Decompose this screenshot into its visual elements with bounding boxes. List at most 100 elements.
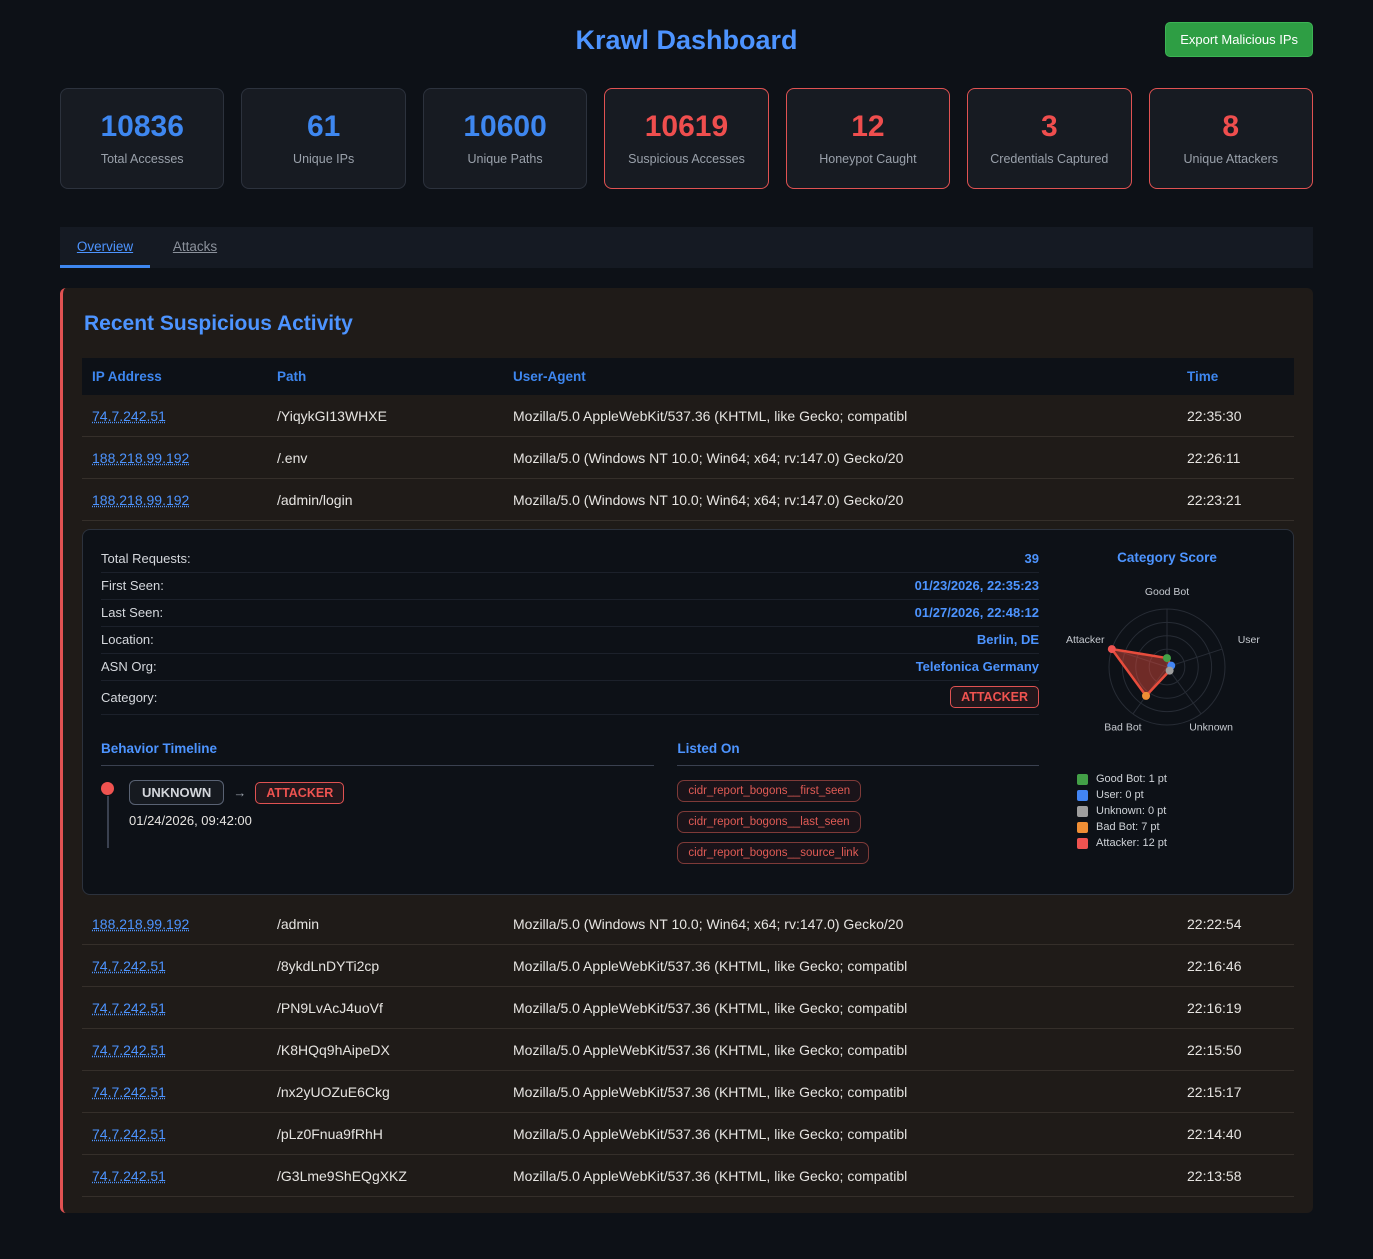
ua-cell: Mozilla/5.0 AppleWebKit/537.36 (KHTML, l… (503, 1000, 1177, 1016)
field-label: ASN Org: (101, 659, 157, 674)
table-row[interactable]: 74.7.242.51 /YiqykGI13WHXE Mozilla/5.0 A… (82, 395, 1294, 437)
tab-attacks[interactable]: Attacks (150, 227, 240, 268)
page-title: Krawl Dashboard (60, 25, 1313, 56)
listed-on-badge[interactable]: cidr_report_bogons__last_seen (677, 811, 860, 833)
listed-on-section: Listed On cidr_report_bogons__first_seen… (677, 741, 1039, 864)
path-cell: /admin (267, 916, 503, 932)
radar-point (1142, 692, 1150, 700)
ua-cell: Mozilla/5.0 AppleWebKit/537.36 (KHTML, l… (503, 408, 1177, 424)
listed-on-badge[interactable]: cidr_report_bogons__source_link (677, 842, 869, 864)
time-cell: 22:26:11 (1177, 450, 1294, 466)
time-cell: 22:22:54 (1177, 916, 1294, 932)
legend-swatch-icon (1077, 774, 1088, 785)
field-value: 01/23/2026, 22:35:23 (915, 578, 1039, 593)
legend-swatch-icon (1077, 822, 1088, 833)
table-row[interactable]: 74.7.242.51 /8ykdLnDYTi2cp Mozilla/5.0 A… (82, 945, 1294, 987)
stat-value: 12 (791, 110, 945, 143)
recent-suspicious-activity-panel: Recent Suspicious Activity IP Address Pa… (60, 288, 1313, 1213)
field-label: Location: (101, 632, 154, 647)
category-score-section: Category Score Good BotUserUnknownBad Bo… (1059, 546, 1275, 878)
stat-label: Honeypot Caught (791, 152, 945, 166)
legend-label: User: 0 pt (1096, 789, 1144, 801)
radar-axis-label: Unknown (1189, 721, 1233, 733)
table-row[interactable]: 74.7.242.51 /pLz0Fnua9fRhH Mozilla/5.0 A… (82, 1113, 1294, 1155)
ua-cell: Mozilla/5.0 AppleWebKit/537.36 (KHTML, l… (503, 1042, 1177, 1058)
table-row[interactable]: 188.218.99.192 /admin Mozilla/5.0 (Windo… (82, 903, 1294, 945)
legend-label: Good Bot: 1 pt (1096, 773, 1167, 785)
time-cell: 22:14:40 (1177, 1126, 1294, 1142)
table-row[interactable]: 188.218.99.192 /.env Mozilla/5.0 (Window… (82, 437, 1294, 479)
table-header: IP Address Path User-Agent Time (82, 358, 1294, 395)
ip-detail-panel: Total Requests: 39 First Seen: 01/23/202… (82, 529, 1294, 895)
time-cell: 22:15:50 (1177, 1042, 1294, 1058)
radar-point (1108, 645, 1116, 653)
behavior-timeline-title: Behavior Timeline (101, 741, 654, 766)
ip-link[interactable]: 188.218.99.192 (92, 492, 189, 508)
ua-cell: Mozilla/5.0 AppleWebKit/537.36 (KHTML, l… (503, 1126, 1177, 1142)
path-cell: /K8HQq9hAipeDX (267, 1042, 503, 1058)
ip-detail-fields: Total Requests: 39 First Seen: 01/23/202… (101, 546, 1039, 878)
ip-link[interactable]: 74.7.242.51 (92, 1042, 166, 1058)
listed-on-badges: cidr_report_bogons__first_seen cidr_repo… (677, 780, 1039, 864)
ip-link[interactable]: 74.7.242.51 (92, 408, 166, 424)
time-cell: 22:13:58 (1177, 1168, 1294, 1184)
ip-link[interactable]: 188.218.99.192 (92, 916, 189, 932)
stat-value: 8 (1154, 110, 1308, 143)
table-row[interactable]: 74.7.242.51 /K8HQq9hAipeDX Mozilla/5.0 A… (82, 1029, 1294, 1071)
timeline-to-badge: ATTACKER (255, 782, 344, 804)
time-cell: 22:35:30 (1177, 408, 1294, 424)
behavior-timeline-section: Behavior Timeline UNKNOWN → ATTACKER 01/… (101, 741, 654, 864)
legend-item: Unknown: 0 pt (1077, 805, 1275, 817)
listed-on-badge[interactable]: cidr_report_bogons__first_seen (677, 780, 861, 802)
ip-link[interactable]: 74.7.242.51 (92, 1084, 166, 1100)
legend-swatch-icon (1077, 838, 1088, 849)
stat-card-honeypot-caught: 12 Honeypot Caught (786, 88, 950, 189)
table-row[interactable]: 74.7.242.51 /nx2yUOZuE6Ckg Mozilla/5.0 A… (82, 1071, 1294, 1113)
radar-point (1163, 654, 1171, 662)
ua-cell: Mozilla/5.0 AppleWebKit/537.36 (KHTML, l… (503, 958, 1177, 974)
export-malicious-ips-button[interactable]: Export Malicious IPs (1165, 22, 1313, 57)
stat-value: 10836 (65, 110, 219, 143)
ip-link[interactable]: 74.7.242.51 (92, 1168, 166, 1184)
timeline-line (107, 796, 109, 848)
timeline-date: 01/24/2026, 09:42:00 (129, 813, 654, 828)
field-label: Total Requests: (101, 551, 191, 566)
stat-value: 10600 (428, 110, 582, 143)
ua-cell: Mozilla/5.0 AppleWebKit/537.36 (KHTML, l… (503, 1084, 1177, 1100)
col-time: Time (1177, 369, 1294, 384)
stat-label: Unique Attackers (1154, 152, 1308, 166)
ua-cell: Mozilla/5.0 (Windows NT 10.0; Win64; x64… (503, 450, 1177, 466)
col-ip-address: IP Address (82, 369, 267, 384)
ip-link[interactable]: 188.218.99.192 (92, 450, 189, 466)
table-row[interactable]: 74.7.242.51 /G3Lme9ShEQgXKZ Mozilla/5.0 … (82, 1155, 1294, 1197)
field-last-seen: Last Seen: 01/27/2026, 22:48:12 (101, 600, 1039, 627)
timeline-entry: UNKNOWN → ATTACKER 01/24/2026, 09:42:00 (101, 780, 654, 828)
stat-card-unique-paths: 10600 Unique Paths (423, 88, 587, 189)
radar-legend: Good Bot: 1 ptUser: 0 ptUnknown: 0 ptBad… (1077, 773, 1275, 849)
stat-label: Credentials Captured (972, 152, 1126, 166)
table-row[interactable]: 188.218.99.192 /admin/login Mozilla/5.0 … (82, 479, 1294, 521)
tab-bar: Overview Attacks (60, 227, 1313, 268)
radar-axis-label: User (1238, 634, 1261, 646)
detail-lower-section: Behavior Timeline UNKNOWN → ATTACKER 01/… (101, 741, 1039, 864)
stat-card-unique-attackers: 8 Unique Attackers (1149, 88, 1313, 189)
legend-swatch-icon (1077, 790, 1088, 801)
ip-link[interactable]: 74.7.242.51 (92, 1126, 166, 1142)
legend-swatch-icon (1077, 806, 1088, 817)
table-row[interactable]: 74.7.242.51 /PN9LvAcJ4uoVf Mozilla/5.0 A… (82, 987, 1294, 1029)
path-cell: /.env (267, 450, 503, 466)
field-first-seen: First Seen: 01/23/2026, 22:35:23 (101, 573, 1039, 600)
header: Krawl Dashboard Export Malicious IPs (60, 0, 1313, 88)
timeline-dot-icon (101, 782, 114, 795)
ip-link[interactable]: 74.7.242.51 (92, 958, 166, 974)
legend-label: Attacker: 12 pt (1096, 837, 1167, 849)
time-cell: 22:16:19 (1177, 1000, 1294, 1016)
ip-link[interactable]: 74.7.242.51 (92, 1000, 166, 1016)
ua-cell: Mozilla/5.0 AppleWebKit/537.36 (KHTML, l… (503, 1168, 1177, 1184)
tab-overview[interactable]: Overview (60, 227, 150, 268)
stat-label: Unique IPs (246, 152, 400, 166)
legend-label: Unknown: 0 pt (1096, 805, 1166, 817)
stat-label: Total Accesses (65, 152, 219, 166)
legend-item: User: 0 pt (1077, 789, 1275, 801)
path-cell: /PN9LvAcJ4uoVf (267, 1000, 503, 1016)
